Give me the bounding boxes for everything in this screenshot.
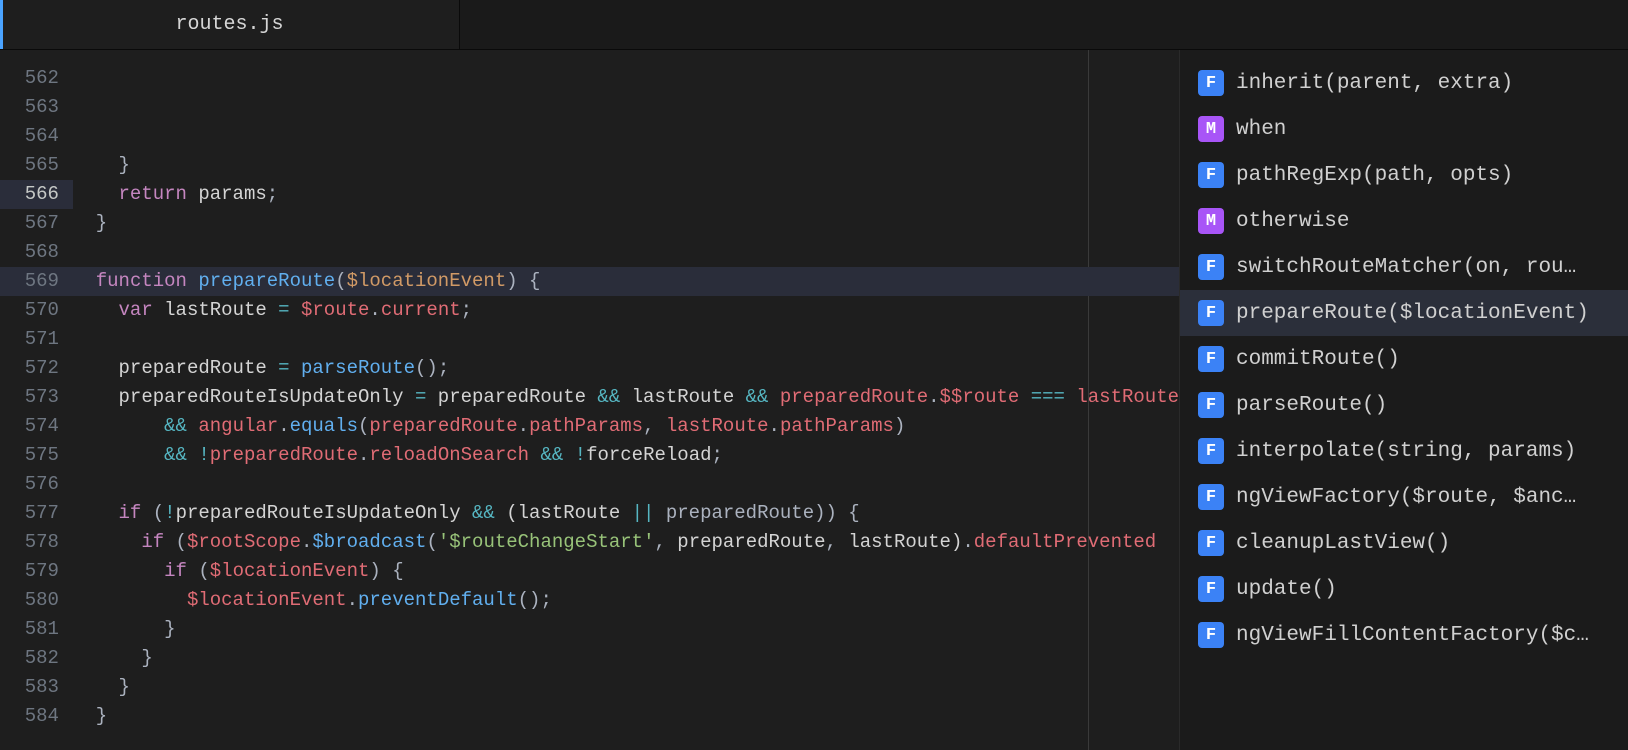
line-number: 574 bbox=[0, 412, 59, 441]
line-number: 576 bbox=[0, 470, 59, 499]
function-icon: F bbox=[1198, 70, 1224, 96]
line-number: 569 bbox=[0, 267, 59, 296]
line-number-gutter: 5625635645655665675685695705715725735745… bbox=[0, 50, 73, 750]
code-editor[interactable]: 5625635645655665675685695705715725735745… bbox=[0, 50, 1180, 750]
code-line[interactable] bbox=[73, 731, 1179, 750]
tab-bar: routes.js bbox=[0, 0, 1628, 50]
code-line[interactable]: } bbox=[73, 615, 1179, 644]
code-line[interactable]: preparedRoute = parseRoute(); bbox=[73, 354, 1179, 383]
outline-symbol[interactable]: FngViewFillContentFactory($c… bbox=[1180, 612, 1628, 658]
outline-label: cleanupLastView() bbox=[1236, 532, 1450, 555]
line-number: 583 bbox=[0, 673, 59, 702]
outline-symbol[interactable]: FcleanupLastView() bbox=[1180, 520, 1628, 566]
outline-symbol[interactable]: Mwhen bbox=[1180, 106, 1628, 152]
outline-symbol[interactable]: FparseRoute() bbox=[1180, 382, 1628, 428]
outline-symbol[interactable]: FngViewFactory($route, $anc… bbox=[1180, 474, 1628, 520]
outline-symbol[interactable]: FpathRegExp(path, opts) bbox=[1180, 152, 1628, 198]
outline-symbol[interactable]: FprepareRoute($locationEvent) bbox=[1180, 290, 1628, 336]
function-icon: F bbox=[1198, 576, 1224, 602]
outline-label: ngViewFactory($route, $anc… bbox=[1236, 486, 1576, 509]
code-line[interactable]: function prepareRoute($locationEvent) { bbox=[73, 267, 1179, 296]
line-number: 584 bbox=[0, 702, 59, 731]
code-line[interactable]: $locationEvent.preventDefault(); bbox=[73, 586, 1179, 615]
line-number: 578 bbox=[0, 528, 59, 557]
outline-symbol[interactable]: Finherit(parent, extra) bbox=[1180, 60, 1628, 106]
line-number: 563 bbox=[0, 93, 59, 122]
tab-routes-js[interactable]: routes.js bbox=[0, 0, 460, 49]
outline-label: otherwise bbox=[1236, 210, 1349, 233]
outline-symbol[interactable]: Fupdate() bbox=[1180, 566, 1628, 612]
line-number: 572 bbox=[0, 354, 59, 383]
code-content[interactable]: } return params; } function prepareRoute… bbox=[73, 50, 1179, 750]
line-number: 582 bbox=[0, 644, 59, 673]
outline-label: switchRouteMatcher(on, rou… bbox=[1236, 256, 1576, 279]
outline-symbol[interactable]: FswitchRouteMatcher(on, rou… bbox=[1180, 244, 1628, 290]
line-number: 562 bbox=[0, 64, 59, 93]
outline-label: prepareRoute($locationEvent) bbox=[1236, 302, 1589, 325]
outline-label: interpolate(string, params) bbox=[1236, 440, 1576, 463]
code-line[interactable]: } bbox=[73, 209, 1179, 238]
function-icon: F bbox=[1198, 530, 1224, 556]
line-number: 581 bbox=[0, 615, 59, 644]
method-icon: M bbox=[1198, 208, 1224, 234]
function-icon: F bbox=[1198, 438, 1224, 464]
code-line[interactable]: } bbox=[73, 673, 1179, 702]
main-area: 5625635645655665675685695705715725735745… bbox=[0, 50, 1628, 750]
outline-label: parseRoute() bbox=[1236, 394, 1387, 417]
line-number: 565 bbox=[0, 151, 59, 180]
outline-label: commitRoute() bbox=[1236, 348, 1400, 371]
function-icon: F bbox=[1198, 346, 1224, 372]
outline-symbol[interactable]: Motherwise bbox=[1180, 198, 1628, 244]
outline-label: when bbox=[1236, 118, 1286, 141]
code-line[interactable]: && !preparedRoute.reloadOnSearch && !for… bbox=[73, 441, 1179, 470]
outline-label: pathRegExp(path, opts) bbox=[1236, 164, 1513, 187]
code-line[interactable] bbox=[73, 325, 1179, 354]
line-number: 573 bbox=[0, 383, 59, 412]
code-line[interactable]: } bbox=[73, 644, 1179, 673]
code-line[interactable]: if ($rootScope.$broadcast('$routeChangeS… bbox=[73, 528, 1179, 557]
code-line[interactable]: var lastRoute = $route.current; bbox=[73, 296, 1179, 325]
code-line[interactable] bbox=[73, 470, 1179, 499]
code-line[interactable]: if ($locationEvent) { bbox=[73, 557, 1179, 586]
line-number: 568 bbox=[0, 238, 59, 267]
function-icon: F bbox=[1198, 392, 1224, 418]
line-number: 566 bbox=[0, 180, 73, 209]
code-line[interactable]: return params; bbox=[73, 180, 1179, 209]
outline-label: inherit(parent, extra) bbox=[1236, 72, 1513, 95]
outline-label: ngViewFillContentFactory($c… bbox=[1236, 624, 1589, 647]
active-tab-indicator bbox=[0, 0, 3, 49]
function-icon: F bbox=[1198, 254, 1224, 280]
tab-label: routes.js bbox=[175, 13, 283, 36]
line-number: 571 bbox=[0, 325, 59, 354]
function-icon: F bbox=[1198, 484, 1224, 510]
code-line[interactable]: } bbox=[73, 151, 1179, 180]
line-number: 564 bbox=[0, 122, 59, 151]
line-number: 580 bbox=[0, 586, 59, 615]
outline-symbol[interactable]: FcommitRoute() bbox=[1180, 336, 1628, 382]
line-number: 570 bbox=[0, 296, 59, 325]
code-line[interactable]: if (!preparedRouteIsUpdateOnly && (lastR… bbox=[73, 499, 1179, 528]
code-line[interactable] bbox=[73, 238, 1179, 267]
function-icon: F bbox=[1198, 300, 1224, 326]
line-number: 567 bbox=[0, 209, 59, 238]
function-icon: F bbox=[1198, 622, 1224, 648]
code-line[interactable]: } bbox=[73, 702, 1179, 731]
symbol-outline[interactable]: Finherit(parent, extra)MwhenFpathRegExp(… bbox=[1180, 50, 1628, 750]
code-line[interactable]: && angular.equals(preparedRoute.pathPara… bbox=[73, 412, 1179, 441]
outline-label: update() bbox=[1236, 578, 1337, 601]
line-number: 579 bbox=[0, 557, 59, 586]
function-icon: F bbox=[1198, 162, 1224, 188]
line-number: 577 bbox=[0, 499, 59, 528]
method-icon: M bbox=[1198, 116, 1224, 142]
code-line[interactable]: preparedRouteIsUpdateOnly = preparedRout… bbox=[73, 383, 1179, 412]
line-number: 575 bbox=[0, 441, 59, 470]
outline-symbol[interactable]: Finterpolate(string, params) bbox=[1180, 428, 1628, 474]
